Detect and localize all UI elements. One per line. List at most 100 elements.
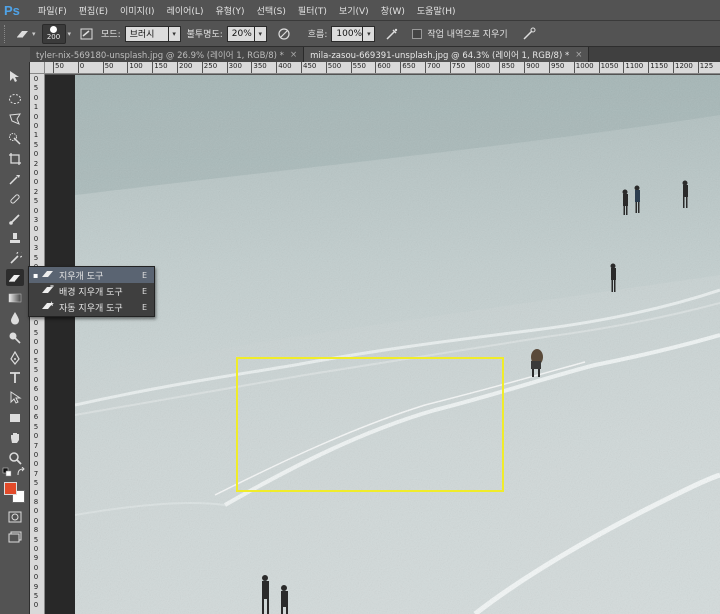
ruler-label: 0	[33, 516, 39, 525]
ruler-label: 0	[33, 206, 39, 215]
erase-history-checkbox[interactable]	[412, 28, 423, 39]
tab-document-1[interactable]: tyler-nix-569180-unsplash.jpg @ 26.9% (레…	[30, 47, 305, 62]
ruler-label: 0	[33, 545, 39, 553]
vertical-ruler[interactable]: 0501001502002503003504004505005506006507…	[30, 74, 45, 614]
ruler-origin[interactable]	[30, 62, 45, 74]
opacity-label: 불투명도:	[186, 30, 223, 40]
ruler-label: 0	[33, 563, 39, 572]
ruler-tick	[177, 62, 178, 73]
pen-tool-icon[interactable]	[6, 349, 24, 366]
flyout-item-background-eraser[interactable]: 배경 지우개 도구 E	[29, 283, 154, 299]
ruler-label: 0	[33, 112, 39, 121]
options-bar-grip[interactable]	[4, 24, 8, 43]
ruler-tick	[152, 62, 154, 73]
lasso-tool-icon[interactable]	[6, 110, 24, 127]
ruler-label: 100	[129, 62, 143, 70]
dodge-tool-icon[interactable]	[6, 329, 24, 346]
foreground-color-swatch[interactable]	[4, 482, 17, 495]
document-canvas[interactable]	[45, 75, 720, 614]
ruler-tick	[449, 62, 451, 73]
horizontal-ruler[interactable]: 50 0 50 100 150 200 250 300 350 400 450 500 550 600 65…	[45, 62, 720, 74]
menu-filter[interactable]: 필터(T)	[292, 4, 333, 17]
selection-rectangle[interactable]	[236, 357, 504, 492]
ruler-label: 0	[33, 488, 39, 497]
ruler-label: 0	[33, 432, 39, 441]
tab-document-2-close-icon[interactable]: ×	[575, 50, 582, 60]
ruler-label: 1200	[675, 62, 693, 70]
brush-tool-icon[interactable]	[6, 210, 24, 227]
tab-document-2[interactable]: mila-zasou-669391-unsplash.jpg @ 64.3% (…	[304, 47, 590, 62]
ruler-label: 0	[33, 338, 39, 347]
history-brush-tool-icon[interactable]	[6, 250, 24, 267]
ruler-label: 650	[402, 62, 416, 70]
pressure-opacity-icon[interactable]	[275, 25, 293, 43]
opacity-input[interactable]: 20%	[226, 25, 255, 42]
eraser-tool-button-icon[interactable]	[6, 269, 24, 286]
ruler-label: 0	[33, 507, 39, 516]
ruler-label: 900	[526, 62, 540, 70]
ruler-label: 5	[33, 328, 39, 337]
flyout-item-magic-eraser-shortcut: E	[142, 302, 148, 312]
menu-select[interactable]: 선택(S)	[251, 4, 292, 17]
eraser-tool-icon[interactable]	[14, 25, 32, 43]
flow-dropdown-icon[interactable]: ▾	[363, 25, 376, 42]
brush-panel-icon[interactable]	[77, 25, 95, 43]
ruler-label: 5	[33, 140, 39, 149]
airbrush-icon[interactable]	[383, 25, 401, 43]
flyout-item-eraser-label: 지우개 도구	[59, 271, 104, 282]
marquee-tool-icon[interactable]	[6, 90, 24, 107]
eyedropper-tool-icon[interactable]	[6, 170, 24, 187]
brush-preset-picker[interactable]: 200	[41, 23, 66, 44]
zoom-tool-icon[interactable]	[6, 449, 24, 466]
menu-view[interactable]: 보기(V)	[333, 4, 375, 17]
ruler-tick	[325, 62, 327, 73]
tab-document-1-close-icon[interactable]: ×	[290, 50, 297, 60]
flyout-item-eraser[interactable]: ▪ 지우개 도구 E	[29, 267, 154, 283]
menu-file[interactable]: 파일(F)	[32, 4, 73, 17]
hand-tool-icon[interactable]	[6, 429, 24, 446]
tool-preset-caret-icon[interactable]: ▾	[32, 30, 36, 38]
crop-tool-icon[interactable]	[6, 150, 24, 167]
ruler-label: 200	[179, 62, 193, 70]
healing-brush-tool-icon[interactable]	[6, 190, 24, 207]
swap-colors-icon[interactable]	[16, 467, 26, 477]
ruler-label: 3	[33, 244, 39, 253]
mode-select[interactable]: 브러시	[124, 25, 169, 42]
photoshop-window: Ps 파일(F) 편집(E) 이미지(I) 레이어(L) 유형(Y) 선택(S)…	[0, 0, 720, 614]
move-tool-icon[interactable]	[6, 68, 24, 85]
ruler-tick	[648, 62, 650, 73]
menu-window[interactable]: 창(W)	[375, 4, 411, 17]
flyout-item-magic-eraser-label: 자동 지우개 도구	[59, 303, 123, 314]
ruler-label: 0	[33, 601, 39, 610]
ruler-label: 0	[33, 451, 39, 459]
rectangle-tool-icon[interactable]	[6, 409, 24, 426]
beach-photo[interactable]	[75, 75, 720, 614]
default-colors-icon[interactable]	[2, 467, 12, 477]
ruler-tick	[598, 62, 600, 73]
quick-selection-tool-icon[interactable]	[6, 130, 24, 147]
menu-help[interactable]: 도움말(H)	[411, 4, 462, 17]
menu-layer[interactable]: 레이어(L)	[161, 4, 210, 17]
mode-dropdown-icon[interactable]: ▾	[168, 25, 181, 42]
type-tool-icon[interactable]	[6, 369, 24, 386]
quick-mask-icon[interactable]	[6, 508, 24, 525]
menu-edit[interactable]: 편집(E)	[73, 4, 114, 17]
opacity-dropdown-icon[interactable]: ▾	[254, 25, 267, 42]
flyout-item-magic-eraser[interactable]: 자동 지우개 도구 E	[29, 299, 154, 315]
ruler-label: 800	[476, 62, 490, 70]
pressure-size-icon[interactable]	[520, 25, 538, 43]
flow-input[interactable]: 100%	[331, 25, 364, 42]
blur-tool-icon[interactable]	[6, 309, 24, 326]
tools-panel	[0, 62, 30, 614]
tab-document-2-label: mila-zasou-669391-unsplash.jpg @ 64.3% (…	[310, 50, 570, 61]
clone-stamp-tool-icon[interactable]	[6, 230, 24, 247]
ruler-label: 0	[33, 460, 39, 469]
screen-mode-icon[interactable]	[6, 528, 24, 545]
menu-image[interactable]: 이미지(I)	[114, 4, 161, 17]
gradient-tool-icon[interactable]	[6, 289, 24, 306]
flyout-item-eraser-shortcut: E	[142, 270, 148, 280]
brush-preset-caret-icon[interactable]: ▾	[68, 30, 72, 38]
path-selection-tool-icon[interactable]	[6, 389, 24, 406]
menu-type[interactable]: 유형(Y)	[209, 4, 250, 17]
ruler-label: 5	[33, 479, 39, 488]
